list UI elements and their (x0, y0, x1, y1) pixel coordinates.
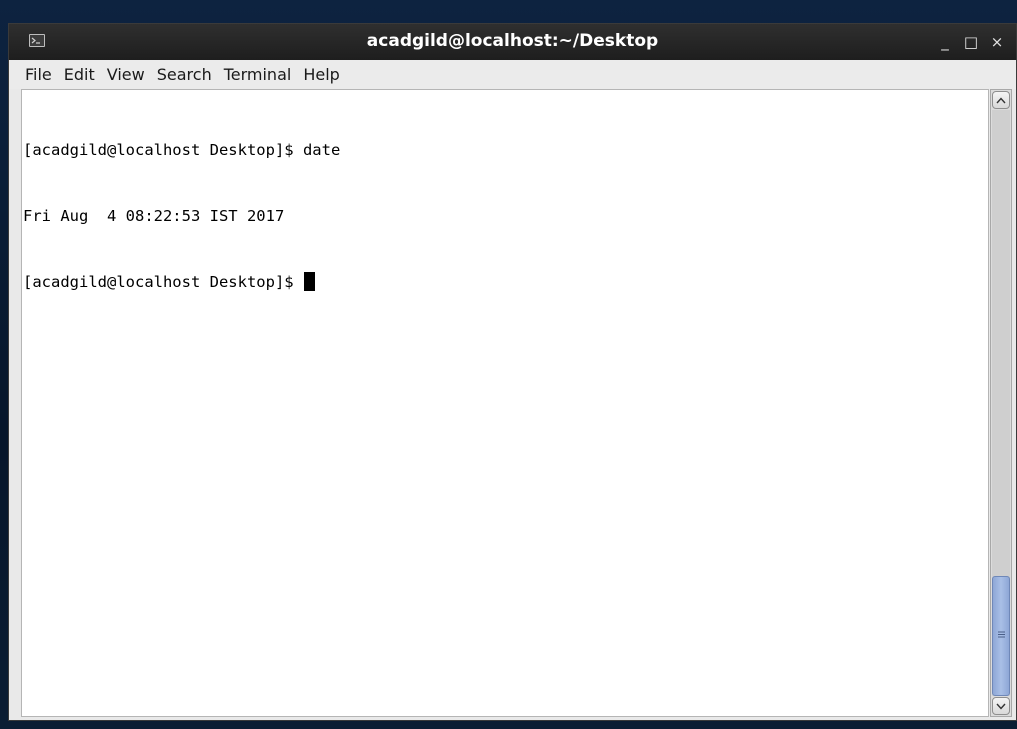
chevron-up-icon (996, 96, 1006, 103)
terminal-output[interactable]: [acadgild@localhost Desktop]$ date Fri A… (21, 89, 989, 717)
terminal-window: acadgild@localhost:~/Desktop _ □ × File … (8, 23, 1017, 721)
window-controls: _ □ × (932, 30, 1010, 54)
menu-terminal[interactable]: Terminal (224, 65, 292, 85)
maximize-icon: □ (963, 33, 979, 51)
minimize-button[interactable]: _ (932, 30, 958, 54)
minimize-icon: _ (941, 33, 949, 51)
scroll-down-button[interactable] (992, 697, 1010, 715)
menu-view[interactable]: View (107, 65, 145, 85)
window-title: acadgild@localhost:~/Desktop (366, 31, 659, 51)
terminal-line: Fri Aug 4 08:22:53 IST 2017 (23, 207, 285, 225)
scroll-up-button[interactable] (992, 91, 1010, 109)
scroll-track[interactable] (992, 110, 1010, 696)
terminal-prompt: [acadgild@localhost Desktop]$ (23, 273, 303, 291)
menu-search[interactable]: Search (157, 65, 212, 85)
text-cursor (303, 272, 315, 291)
terminal-prompt-line: [acadgild@localhost Desktop]$ (23, 271, 340, 293)
vertical-scrollbar[interactable] (990, 89, 1012, 717)
terminal-text: [acadgild@localhost Desktop]$ date Fri A… (23, 95, 340, 337)
menu-bar: File Edit View Search Terminal Help (9, 60, 1016, 89)
scroll-thumb[interactable] (992, 576, 1010, 696)
desktop-background: acadgild@localhost:~/Desktop _ □ × File … (0, 0, 1017, 729)
grip-icon (998, 631, 1005, 638)
close-button[interactable]: × (984, 30, 1010, 54)
terminal-line: [acadgild@localhost Desktop]$ date (23, 141, 341, 159)
chevron-down-icon (996, 703, 1006, 710)
menu-file[interactable]: File (25, 65, 52, 85)
close-icon: × (990, 33, 1004, 51)
title-bar[interactable]: acadgild@localhost:~/Desktop _ □ × (9, 24, 1016, 60)
menu-edit[interactable]: Edit (64, 65, 95, 85)
menu-help[interactable]: Help (303, 65, 339, 85)
maximize-button[interactable]: □ (958, 30, 984, 54)
